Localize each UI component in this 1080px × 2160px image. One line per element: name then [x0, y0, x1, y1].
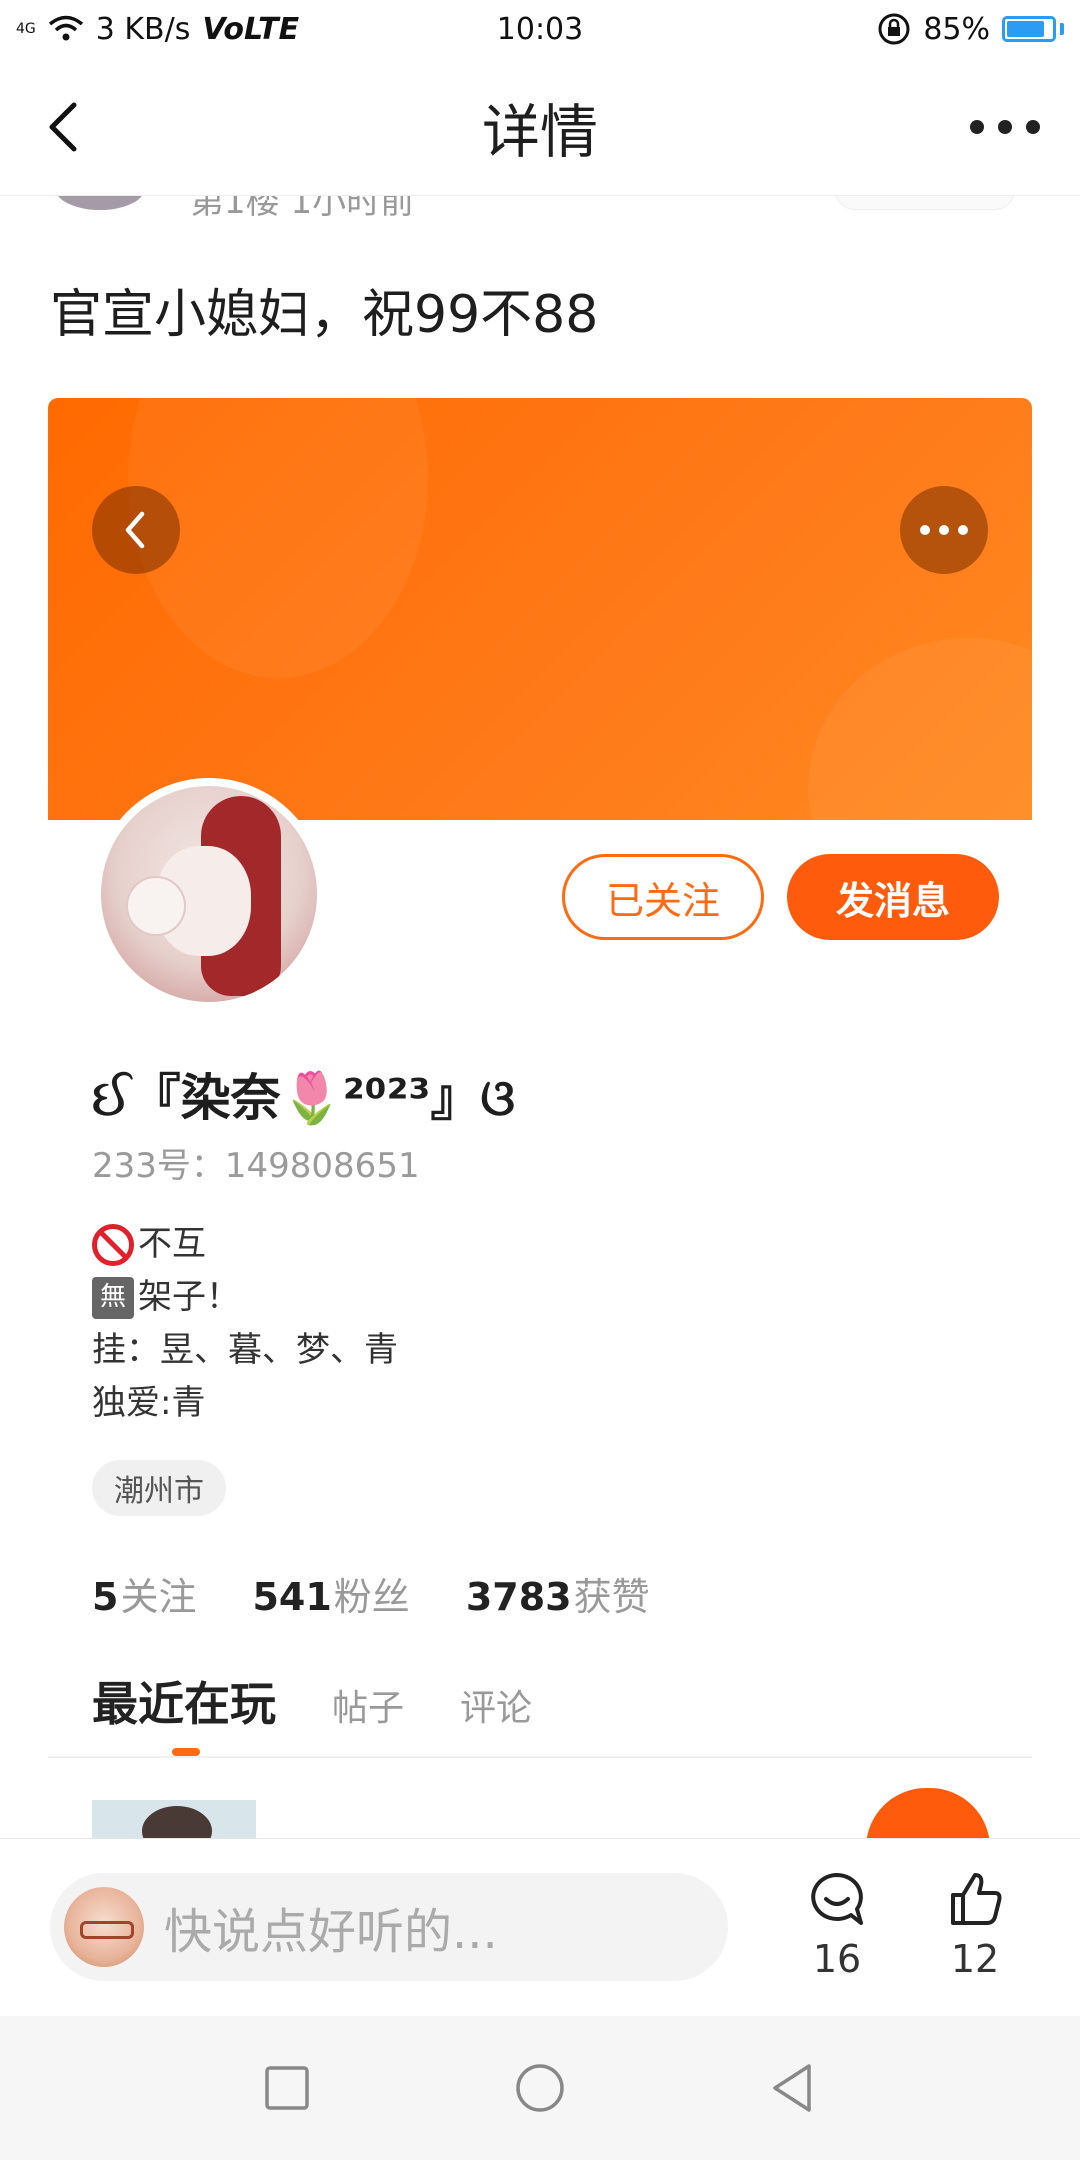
- system-nav-bar: [0, 2016, 1080, 2160]
- comment-count: 16: [812, 1937, 862, 1981]
- bio-text-4: 独爱:青: [92, 1383, 206, 1423]
- more-dots-icon: [920, 525, 968, 535]
- home-icon[interactable]: [512, 2060, 568, 2116]
- tab-recently-played[interactable]: 最近在玩: [92, 1668, 276, 1734]
- system-back-icon[interactable]: [765, 2060, 821, 2116]
- bio-line-4: 独爱:青: [92, 1377, 398, 1430]
- profile-card: 已关注 发消息: [48, 398, 1032, 1010]
- following-label: 关注: [120, 1575, 197, 1619]
- rotation-lock-icon: [878, 13, 910, 45]
- comment-bar: 快说点好听的... 16 12: [0, 1838, 1080, 2016]
- chevron-left-icon: [125, 511, 145, 549]
- recent-game-thumbnail[interactable]: [92, 1800, 256, 1840]
- bio-line-1: 不互: [92, 1218, 398, 1271]
- banner-more-button[interactable]: [900, 486, 988, 574]
- thumbs-up-icon: [951, 1873, 1002, 1925]
- comment-bubble-icon: [811, 1873, 863, 1925]
- profile-username: ઈ『染奈🌷²⁰²³』ଓ: [92, 1069, 515, 1127]
- battery-percent: 85%: [923, 11, 990, 47]
- my-avatar: [64, 1887, 144, 1967]
- banner-back-button[interactable]: [92, 486, 180, 574]
- comment-placeholder: 快说点好听的...: [164, 1904, 498, 1960]
- likes-count: 3783: [465, 1575, 572, 1619]
- battery-icon: [1002, 16, 1064, 42]
- profile-avatar[interactable]: [93, 778, 325, 1010]
- bio-text-2: 架子！: [138, 1277, 240, 1317]
- tab-comments[interactable]: 评论: [460, 1679, 532, 1731]
- tab-indicator: [172, 1748, 200, 1756]
- signal-icon: 4G: [16, 21, 36, 37]
- floor-author-avatar[interactable]: [55, 196, 145, 210]
- back-button[interactable]: [40, 97, 88, 157]
- floor-header-peek: 第1楼 1小时前: [0, 196, 1080, 220]
- recents-icon[interactable]: [259, 2060, 315, 2116]
- wu-emoji-icon: 無: [92, 1276, 134, 1319]
- profile-tabs: 最近在玩 帖子 评论: [92, 1668, 532, 1734]
- profile-bio: 不互 無 架子！ 挂：昱、暮、梦、青 独爱:青: [92, 1218, 398, 1430]
- page-title: 详情: [481, 97, 598, 166]
- wifi-icon: [48, 15, 83, 41]
- status-bar: 4G 3 KB/s VoLTE 10:03 85%: [0, 0, 1080, 58]
- floor-action-pill[interactable]: [835, 196, 1015, 210]
- bio-text-1: 不互: [138, 1224, 206, 1264]
- fans-label: 粉丝: [333, 1575, 410, 1619]
- stat-fans[interactable]: 541 粉丝: [252, 1566, 409, 1621]
- following-count: 5: [92, 1575, 119, 1619]
- bio-line-2: 無 架子！: [92, 1271, 398, 1324]
- comment-input[interactable]: 快说点好听的...: [50, 1873, 728, 1981]
- profile-stats: 5 关注 541 粉丝 3783 获赞: [92, 1566, 650, 1621]
- floor-meta: 第1楼 1小时前: [190, 196, 415, 220]
- like-count: 12: [950, 1937, 1000, 1981]
- send-message-button[interactable]: 发消息: [787, 854, 999, 940]
- nav-bar: 详情: [0, 58, 1080, 196]
- location-tag[interactable]: 潮州市: [92, 1460, 226, 1516]
- tab-divider: [48, 1756, 1032, 1758]
- volte-indicator: VoLTE: [202, 11, 300, 47]
- profile-banner: [48, 398, 1032, 820]
- stat-likes: 3783 获赞: [466, 1566, 650, 1621]
- prohibited-icon: [92, 1223, 134, 1266]
- likes-label: 获赞: [573, 1575, 650, 1619]
- bio-line-3: 挂：昱、暮、梦、青: [92, 1324, 398, 1377]
- status-left: 4G 3 KB/s VoLTE: [16, 12, 299, 47]
- tab-posts[interactable]: 帖子: [332, 1679, 404, 1731]
- stat-following[interactable]: 5 关注: [92, 1566, 196, 1621]
- bio-text-3: 挂：昱、暮、梦、青: [92, 1330, 398, 1370]
- profile-uid: 233号：149808651: [92, 1146, 420, 1186]
- more-options-button[interactable]: [970, 115, 1040, 139]
- following-button[interactable]: 已关注: [562, 854, 764, 940]
- fans-count: 541: [252, 1575, 332, 1619]
- comment-action[interactable]: 16: [787, 1869, 887, 1981]
- status-right: 85%: [877, 12, 1064, 47]
- like-action[interactable]: 12: [925, 1869, 1025, 1981]
- network-speed: 3 KB/s: [95, 11, 191, 47]
- post-text: 官宣小媳妇，祝99不88: [50, 285, 599, 345]
